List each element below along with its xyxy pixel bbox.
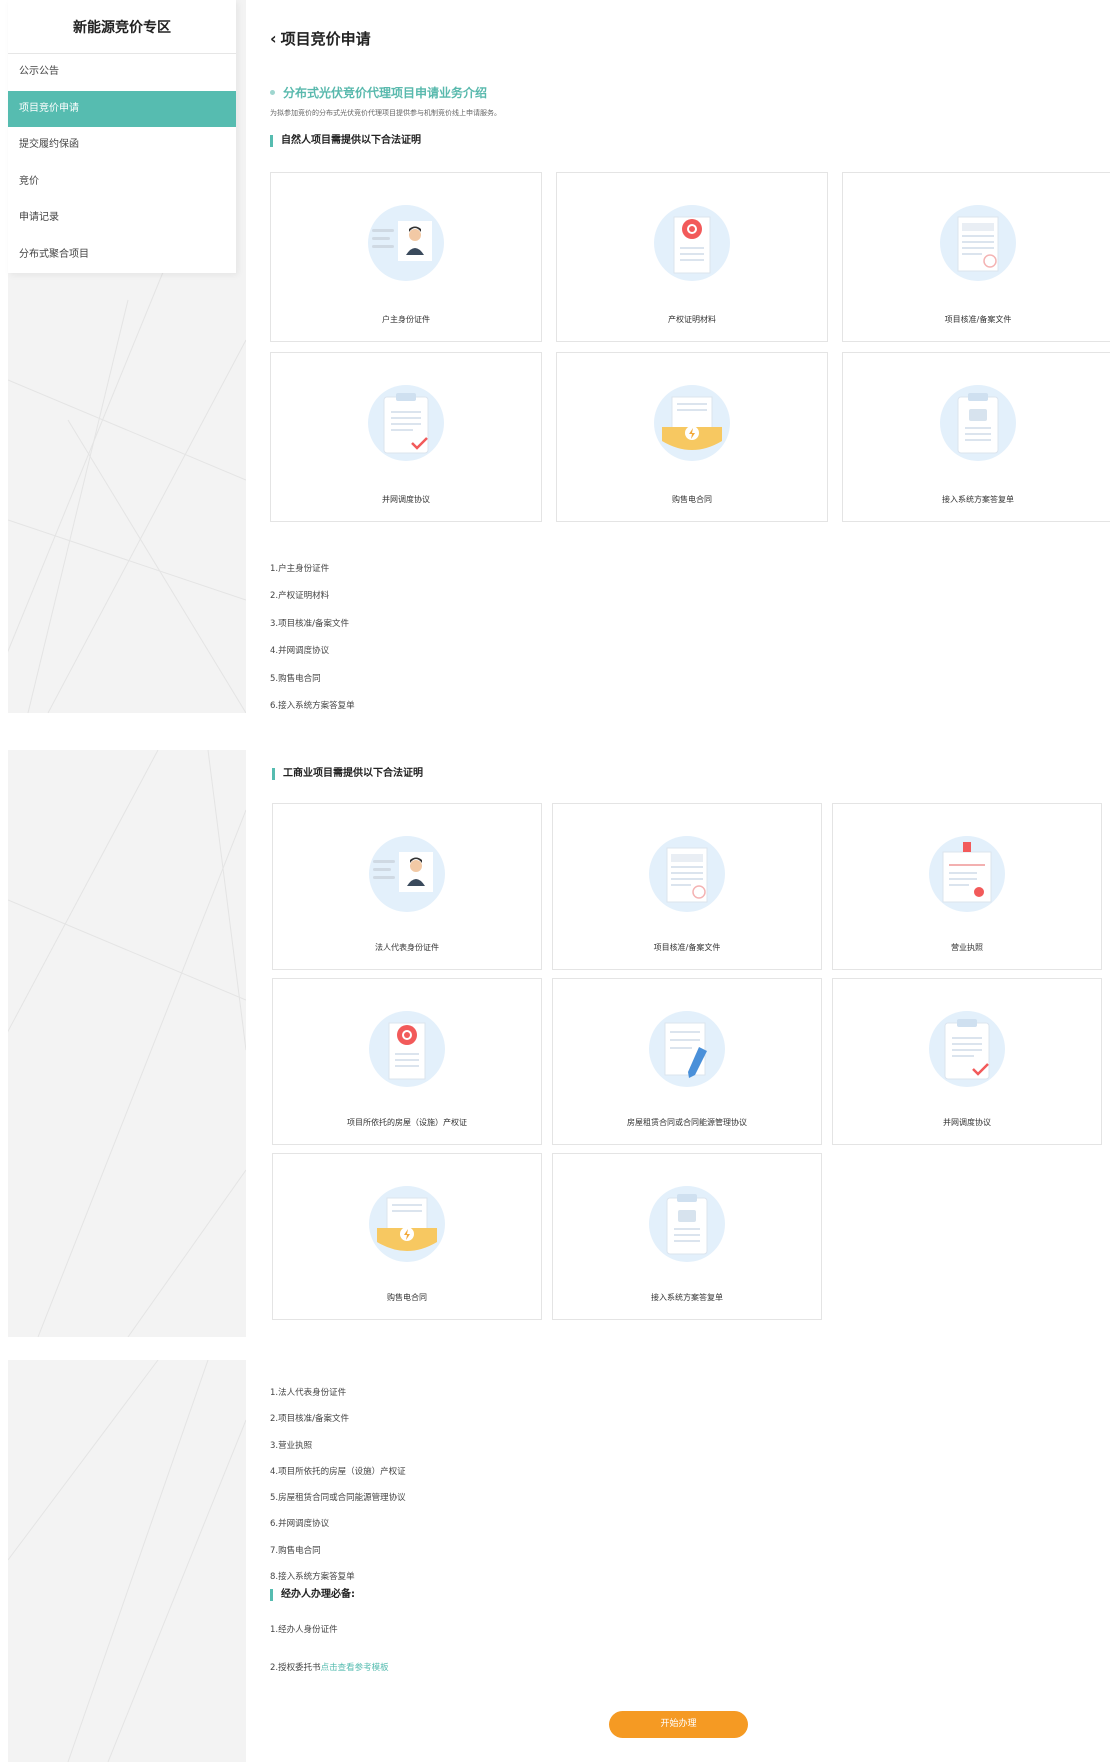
doc-card[interactable]: 产权证明材料 — [556, 172, 828, 342]
clipboard-chat-icon — [938, 383, 1018, 463]
list-item: 1.户主身份证件 — [270, 564, 330, 574]
doc-card-label: 接入系统方案答复单 — [942, 495, 1014, 504]
sidebar-title: 新能源竞价专区 — [8, 0, 236, 54]
doc-card-label: 户主身份证件 — [382, 315, 430, 324]
list-item: 4.并网调度协议 — [270, 646, 330, 657]
list-item: 5.购售电合同 — [270, 673, 321, 684]
power-contract-folder-icon — [652, 383, 732, 463]
clipboard-chat-icon — [647, 1184, 727, 1264]
power-tower-watermark — [8, 1360, 246, 1762]
intro-description: 为拟参加竞价的分布式光伏竞价代理项目提供参与机制竞价线上申请服务。 — [270, 109, 501, 117]
doc-card-label: 产权证明材料 — [668, 315, 716, 324]
doc-card-label: 购售电合同 — [672, 495, 712, 504]
business-card-grid: 法人代表身份证件 项目核准/备案文件 营业执照 项目所依托的房屋（设施）产权证 … — [272, 803, 1102, 1320]
intro-title-text: 分布式光伏竞价代理项目申请业务介绍 — [283, 86, 488, 100]
start-button[interactable]: 开始办理 — [609, 1711, 748, 1738]
doc-card[interactable]: 项目所依托的房屋（设施）产权证 — [272, 978, 542, 1145]
power-tower-watermark — [8, 750, 246, 1337]
doc-card[interactable]: 项目核准/备案文件 — [842, 172, 1110, 342]
list-item: 1.法人代表身份证件 — [270, 1388, 347, 1398]
list-item: 2.项目核准/备案文件 — [270, 1414, 349, 1425]
list-item: 2.产权证明材料 — [270, 591, 330, 602]
doc-card[interactable]: 法人代表身份证件 — [272, 803, 542, 970]
natural-card-grid: 户主身份证件 产权证明材料 项目核准/备案文件 并网调度协议 购售电合同 接入系… — [270, 172, 1110, 522]
certificate-seal-icon — [367, 1009, 447, 1089]
sidebar-item-announcements[interactable]: 公示公告 — [8, 54, 236, 91]
background-panel — [8, 1360, 246, 1762]
section-title-business: 工商业项目需提供以下合法证明 — [272, 768, 423, 780]
intro-title: 分布式光伏竞价代理项目申请业务介绍 — [270, 84, 487, 101]
doc-card[interactable]: 户主身份证件 — [270, 172, 542, 342]
natural-doc-list: 1.户主身份证件 2.产权证明材料 3.项目核准/备案文件 4.并网调度协议 5… — [270, 556, 355, 720]
doc-card[interactable]: 购售电合同 — [272, 1153, 542, 1320]
filing-document-icon — [938, 203, 1018, 283]
sidebar-item-bid-application[interactable]: 项目竞价申请 — [8, 90, 236, 127]
doc-card-label: 营业执照 — [951, 943, 983, 952]
power-contract-folder-icon — [367, 1184, 447, 1264]
doc-card[interactable]: 并网调度协议 — [270, 352, 542, 522]
agent-item-2: 2.授权委托书点击查看参考模板 — [270, 1661, 389, 1673]
doc-card-label: 购售电合同 — [387, 1293, 427, 1302]
sidebar-item-application-records[interactable]: 申请记录 — [8, 200, 236, 237]
doc-card-label: 房屋租赁合同或合同能源管理协议 — [627, 1118, 747, 1127]
list-item: 6.并网调度协议 — [270, 1519, 330, 1530]
doc-card-label: 法人代表身份证件 — [375, 943, 439, 952]
business-license-icon — [927, 834, 1007, 914]
certificate-seal-icon — [652, 203, 732, 283]
doc-card[interactable]: 购售电合同 — [556, 352, 828, 522]
page-title-text: 项目竞价申请 — [280, 30, 371, 48]
doc-card[interactable]: 接入系统方案答复单 — [842, 352, 1110, 522]
document-pen-icon — [647, 1009, 727, 1089]
template-link[interactable]: 点击查看参考模板 — [321, 1663, 389, 1673]
clipboard-check-icon — [366, 383, 446, 463]
section-title-natural-person: 自然人项目需提供以下合法证明 — [270, 135, 421, 147]
doc-card-label: 并网调度协议 — [943, 1118, 991, 1127]
list-item: 3.项目核准/备案文件 — [270, 618, 349, 629]
list-item: 8.接入系统方案答复单 — [270, 1572, 355, 1583]
doc-card-label: 项目核准/备案文件 — [944, 315, 1012, 324]
id-card-icon — [366, 203, 446, 283]
sidebar-item-performance-guarantee[interactable]: 提交履约保函 — [8, 127, 236, 164]
doc-card-label: 项目核准/备案文件 — [653, 943, 721, 952]
bullet-dot-icon — [270, 90, 275, 95]
list-item: 5.房屋租赁合同或合同能源管理协议 — [270, 1493, 406, 1504]
sidebar-item-distributed-aggregation[interactable]: 分布式聚合项目 — [8, 237, 236, 274]
list-item: 7.购售电合同 — [270, 1545, 321, 1556]
doc-card[interactable]: 房屋租赁合同或合同能源管理协议 — [552, 978, 822, 1145]
doc-card-label: 并网调度协议 — [382, 495, 430, 504]
doc-card[interactable]: 营业执照 — [832, 803, 1102, 970]
agent-item-2-text: 2.授权委托书 — [270, 1663, 321, 1673]
business-doc-list: 1.法人代表身份证件 2.项目核准/备案文件 3.营业执照 4.项目所依托的房屋… — [270, 1380, 406, 1590]
sidebar-item-bidding[interactable]: 竞价 — [8, 164, 236, 201]
doc-card[interactable]: 项目核准/备案文件 — [552, 803, 822, 970]
doc-card-label: 接入系统方案答复单 — [651, 1293, 723, 1302]
filing-document-icon — [647, 834, 727, 914]
list-item: 6.接入系统方案答复单 — [270, 701, 355, 712]
section-title-agent: 经办人办理必备: — [270, 1589, 355, 1601]
doc-card[interactable]: 接入系统方案答复单 — [552, 1153, 822, 1320]
agent-item-1: 1.经办人身份证件 — [270, 1625, 338, 1635]
page-title[interactable]: ‹ 项目竞价申请 — [270, 28, 371, 49]
background-panel — [8, 750, 246, 1337]
clipboard-check-icon — [927, 1009, 1007, 1089]
doc-card[interactable]: 并网调度协议 — [832, 978, 1102, 1145]
list-item: 4.项目所依托的房屋（设施）产权证 — [270, 1466, 406, 1477]
doc-card-label: 项目所依托的房屋（设施）产权证 — [347, 1118, 467, 1127]
chevron-left-icon[interactable]: ‹ — [270, 29, 277, 48]
id-card-icon — [367, 834, 447, 914]
list-item: 3.营业执照 — [270, 1440, 313, 1451]
sidebar: 新能源竞价专区 公示公告 项目竞价申请 提交履约保函 竞价 申请记录 分布式聚合… — [8, 0, 236, 273]
